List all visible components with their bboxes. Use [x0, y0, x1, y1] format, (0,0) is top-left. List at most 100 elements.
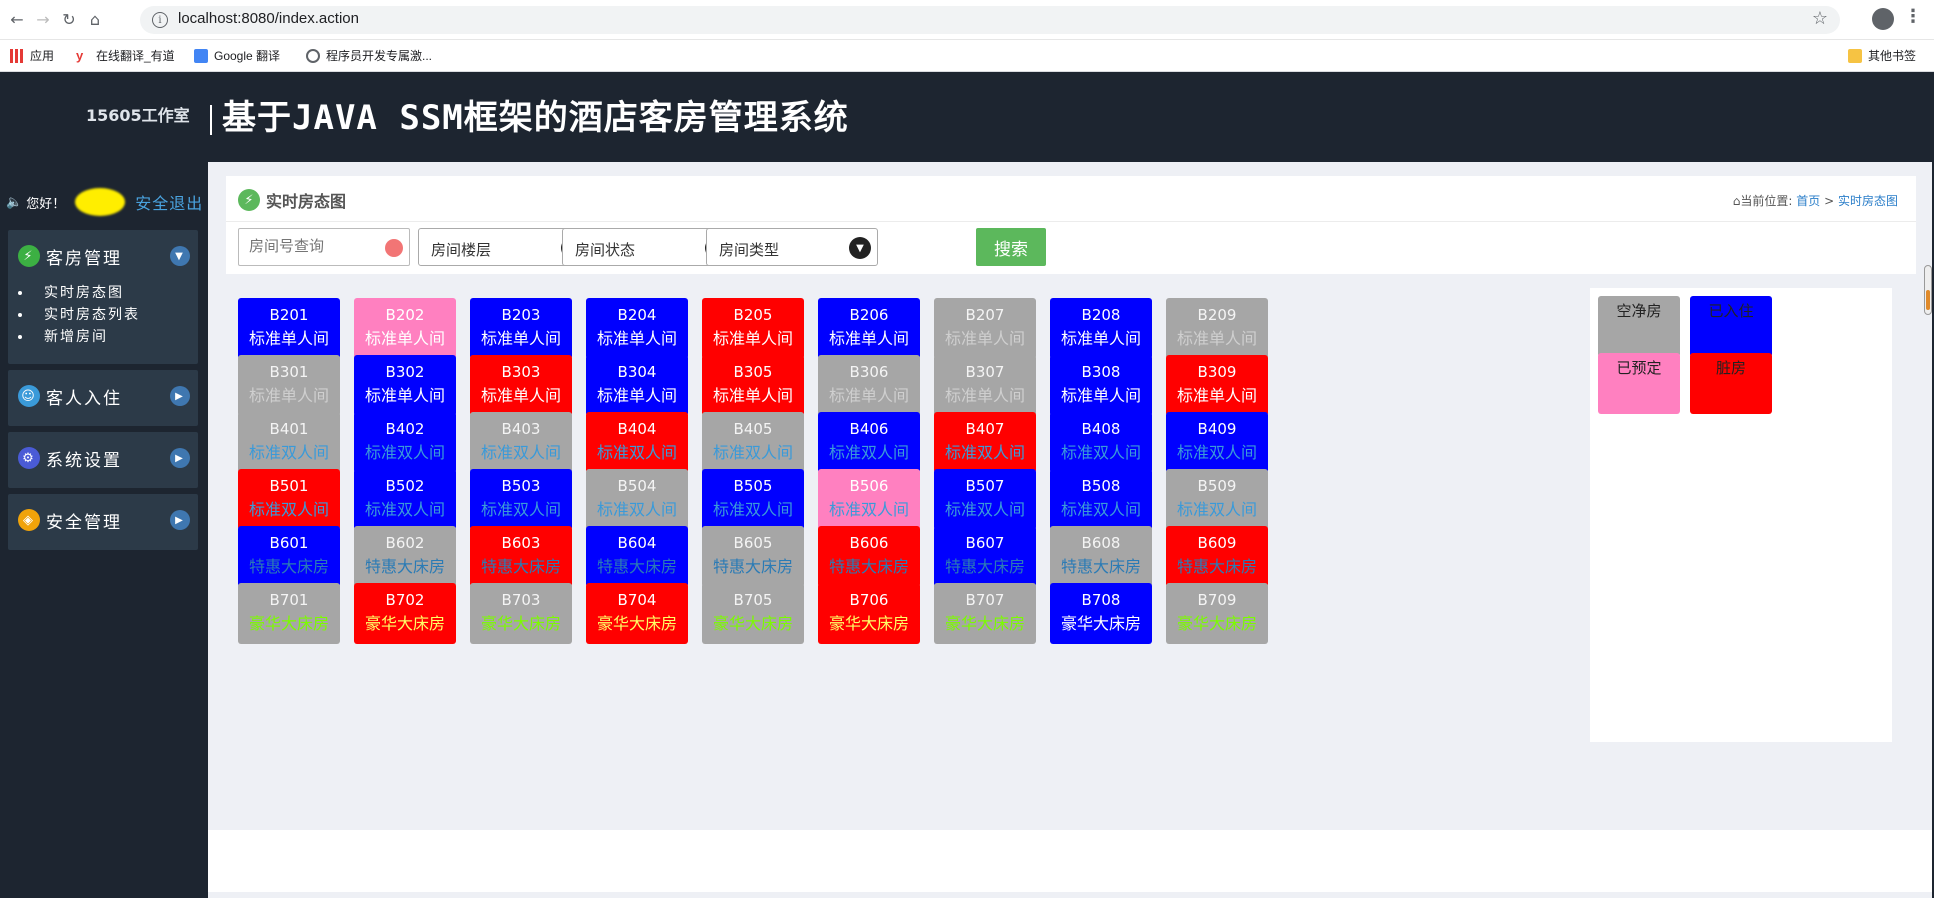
room-number: B205: [733, 306, 773, 324]
chevron-right-icon[interactable]: ▶: [170, 510, 190, 530]
room-tile[interactable]: B304 标准单人间: [586, 355, 688, 416]
search-button[interactable]: 搜索: [976, 228, 1046, 266]
account-icon[interactable]: [1872, 8, 1894, 30]
bookmark-apps[interactable]: 应用: [10, 47, 54, 64]
bookmark-google-translate[interactable]: Google 翻译: [194, 47, 280, 64]
room-tile[interactable]: B407 标准双人间: [934, 412, 1036, 473]
address-bar[interactable]: i localhost:8080/index.action ☆: [140, 6, 1840, 34]
clear-icon[interactable]: [385, 239, 403, 257]
sidebar-item-new-room[interactable]: 新增房间: [8, 326, 198, 348]
chevron-right-icon[interactable]: ▶: [170, 448, 190, 468]
room-tile[interactable]: B609 特惠大床房: [1166, 526, 1268, 587]
room-tile[interactable]: B403 标准双人间: [470, 412, 572, 473]
room-tile[interactable]: B508 标准双人间: [1050, 469, 1152, 530]
bookmark-dev[interactable]: 程序员开发专属激...: [306, 47, 432, 64]
room-tile[interactable]: B602 特惠大床房: [354, 526, 456, 587]
room-tile[interactable]: B607 特惠大床房: [934, 526, 1036, 587]
menu-head-checkin[interactable]: ☺ 客人入住 ▶: [8, 370, 198, 422]
logout-link[interactable]: 安全退出: [135, 190, 203, 214]
menu-head-room-management[interactable]: ⚡ 客房管理 ▼: [8, 230, 198, 282]
room-tile[interactable]: B303 标准单人间: [470, 355, 572, 416]
browser-menu-icon[interactable]: ⋮: [1904, 6, 1922, 27]
menu-head-settings[interactable]: ⚙ 系统设置 ▶: [8, 432, 198, 484]
room-tile[interactable]: B404 标准双人间: [586, 412, 688, 473]
room-tile[interactable]: B409 标准双人间: [1166, 412, 1268, 473]
reload-icon[interactable]: ↻: [56, 6, 82, 32]
room-tile[interactable]: B603 特惠大床房: [470, 526, 572, 587]
chevron-down-icon[interactable]: ▼: [170, 246, 190, 266]
room-number: B707: [965, 591, 1005, 609]
room-tile[interactable]: B402 标准双人间: [354, 412, 456, 473]
room-tile[interactable]: B505 标准双人间: [702, 469, 804, 530]
room-tile[interactable]: B309 标准单人间: [1166, 355, 1268, 416]
room-tile[interactable]: B701 豪华大床房: [238, 583, 340, 644]
home-icon[interactable]: ⌂: [82, 6, 108, 32]
room-tile[interactable]: B703 豪华大床房: [470, 583, 572, 644]
url-text[interactable]: localhost:8080/index.action: [178, 10, 359, 27]
room-tile[interactable]: B502 标准双人间: [354, 469, 456, 530]
room-tile[interactable]: B308 标准单人间: [1050, 355, 1152, 416]
menu-label: 客人入住: [46, 388, 122, 409]
room-tile[interactable]: B208 标准单人间: [1050, 298, 1152, 359]
room-tile[interactable]: B605 特惠大床房: [702, 526, 804, 587]
room-number: B209: [1197, 306, 1237, 324]
room-tile[interactable]: B209 标准单人间: [1166, 298, 1268, 359]
room-tile[interactable]: B307 标准单人间: [934, 355, 1036, 416]
room-tile[interactable]: B608 特惠大床房: [1050, 526, 1152, 587]
room-number: B601: [269, 534, 309, 552]
back-icon[interactable]: ←: [4, 6, 30, 32]
room-number-search-input[interactable]: [239, 229, 379, 263]
room-tile[interactable]: B204 标准单人间: [586, 298, 688, 359]
bookmark-other[interactable]: 其他书签: [1848, 47, 1916, 64]
breadcrumb-home-link[interactable]: 首页: [1796, 194, 1820, 208]
room-tile[interactable]: B406 标准双人间: [818, 412, 920, 473]
room-tile[interactable]: B201 标准单人间: [238, 298, 340, 359]
room-tile[interactable]: B401 标准双人间: [238, 412, 340, 473]
breadcrumb: ⌂当前位置: 首页 > 实时房态图: [1733, 192, 1898, 209]
room-tile[interactable]: B203 标准单人间: [470, 298, 572, 359]
room-tile[interactable]: B504 标准双人间: [586, 469, 688, 530]
room-tile[interactable]: B604 特惠大床房: [586, 526, 688, 587]
bookmark-star-icon[interactable]: ☆: [1812, 8, 1828, 29]
room-tile[interactable]: B509 标准双人间: [1166, 469, 1268, 530]
room-tile[interactable]: B302 标准单人间: [354, 355, 456, 416]
room-tile[interactable]: B708 豪华大床房: [1050, 583, 1152, 644]
room-type: 标准双人间: [364, 443, 445, 462]
type-select[interactable]: 房间类型 ▼: [706, 228, 878, 266]
room-number: B206: [849, 306, 889, 324]
room-tile[interactable]: B706 豪华大床房: [818, 583, 920, 644]
room-tile[interactable]: B207 标准单人间: [934, 298, 1036, 359]
room-number: B603: [501, 534, 541, 552]
status-select-value: 房间状态: [575, 241, 636, 259]
info-icon[interactable]: i: [152, 12, 168, 28]
room-tile[interactable]: B306 标准单人间: [818, 355, 920, 416]
room-tile[interactable]: B601 特惠大床房: [238, 526, 340, 587]
room-tile[interactable]: B702 豪华大床房: [354, 583, 456, 644]
room-tile[interactable]: B405 标准双人间: [702, 412, 804, 473]
forward-icon[interactable]: →: [30, 6, 56, 32]
room-tile[interactable]: B707 豪华大床房: [934, 583, 1036, 644]
studio-name: 15605工作室: [86, 106, 190, 125]
room-tile[interactable]: B408 标准双人间: [1050, 412, 1152, 473]
sidebar-item-room-map[interactable]: 实时房态图: [8, 282, 198, 304]
menu-head-security[interactable]: ◈ 安全管理 ▶: [8, 494, 198, 546]
room-tile[interactable]: B202 标准单人间: [354, 298, 456, 359]
room-tile[interactable]: B301 标准单人间: [238, 355, 340, 416]
room-tile[interactable]: B709 豪华大床房: [1166, 583, 1268, 644]
room-tile[interactable]: B606 特惠大床房: [818, 526, 920, 587]
bookmark-youdao[interactable]: y 在线翻译_有道: [76, 47, 175, 64]
room-tile[interactable]: B704 豪华大床房: [586, 583, 688, 644]
room-tile[interactable]: B206 标准单人间: [818, 298, 920, 359]
page-scrollbar[interactable]: [1924, 265, 1932, 315]
room-tile[interactable]: B305 标准单人间: [702, 355, 804, 416]
room-tile[interactable]: B506 标准双人间: [818, 469, 920, 530]
room-tile[interactable]: B705 豪华大床房: [702, 583, 804, 644]
sidebar-item-room-list[interactable]: 实时房态列表: [8, 304, 198, 326]
room-tile[interactable]: B507 标准双人间: [934, 469, 1036, 530]
user-greeting: 🔈 您好！ 安全退出: [6, 188, 203, 216]
breadcrumb-current-link[interactable]: 实时房态图: [1838, 194, 1898, 208]
chevron-right-icon[interactable]: ▶: [170, 386, 190, 406]
room-tile[interactable]: B503 标准双人间: [470, 469, 572, 530]
room-tile[interactable]: B205 标准单人间: [702, 298, 804, 359]
room-tile[interactable]: B501 标准双人间: [238, 469, 340, 530]
